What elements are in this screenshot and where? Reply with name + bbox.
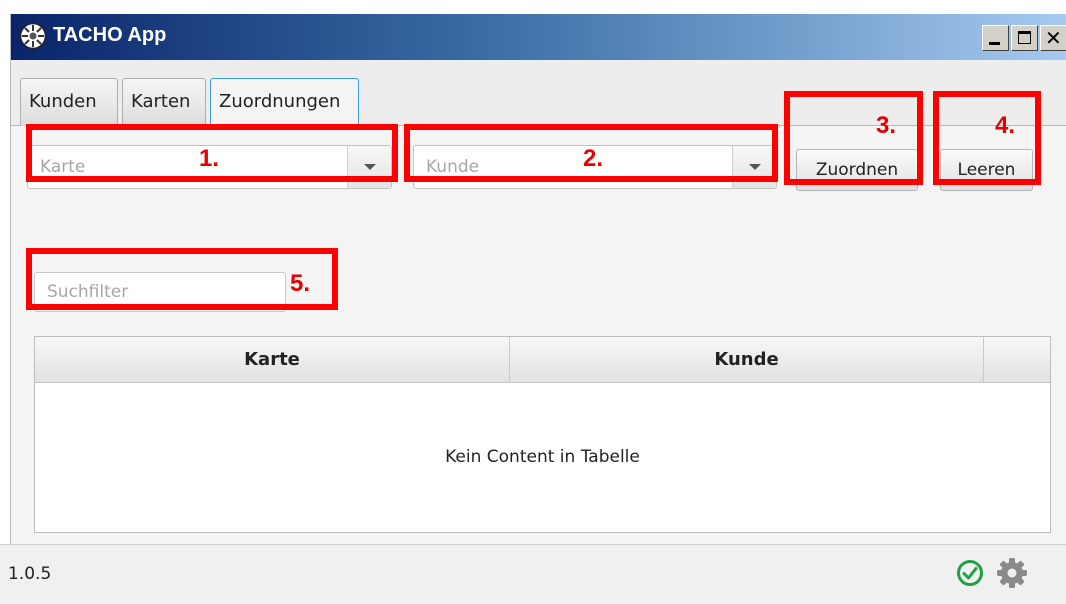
tab-kunden[interactable]: Kunden [20,78,118,126]
minimize-button[interactable] [982,25,1009,51]
annotation-label-4: 4. [995,112,1016,139]
column-header-extra [984,337,1050,383]
gear-icon[interactable] [995,556,1029,590]
maximize-button[interactable] [1011,25,1038,51]
minimize-icon [989,42,1000,45]
annotation-label-5: 5. [290,270,311,297]
column-header-kunde[interactable]: Kunde [510,337,984,383]
assignments-table: Karte Kunde Kein Content in Tabelle [34,336,1051,533]
tab-zuordnungen[interactable]: Zuordnungen [210,78,359,127]
tab-karten[interactable]: Karten [122,78,206,126]
version-label: 1.0.5 [8,564,52,584]
maximize-icon [1018,31,1031,44]
table-empty-message: Kein Content in Tabelle [445,447,640,467]
close-icon: ✕ [1045,26,1062,50]
table-header: Karte Kunde [35,337,1050,383]
window-title: TACHO App [53,24,167,46]
window-controls: ✕ [980,25,1066,51]
annotation-label-3: 3. [876,112,897,139]
annotation-box-4 [933,91,1041,185]
column-header-karte[interactable]: Karte [35,337,510,383]
title-bar[interactable]: TACHO App ✕ [11,14,1066,60]
app-logo-icon [19,22,47,50]
close-button[interactable]: ✕ [1040,25,1066,51]
annotation-label-2: 2. [583,145,604,172]
status-bar: 1.0.5 [0,544,1066,604]
check-circle-icon [957,560,983,586]
annotation-label-1: 1. [199,145,220,172]
annotation-box-3 [784,91,923,185]
